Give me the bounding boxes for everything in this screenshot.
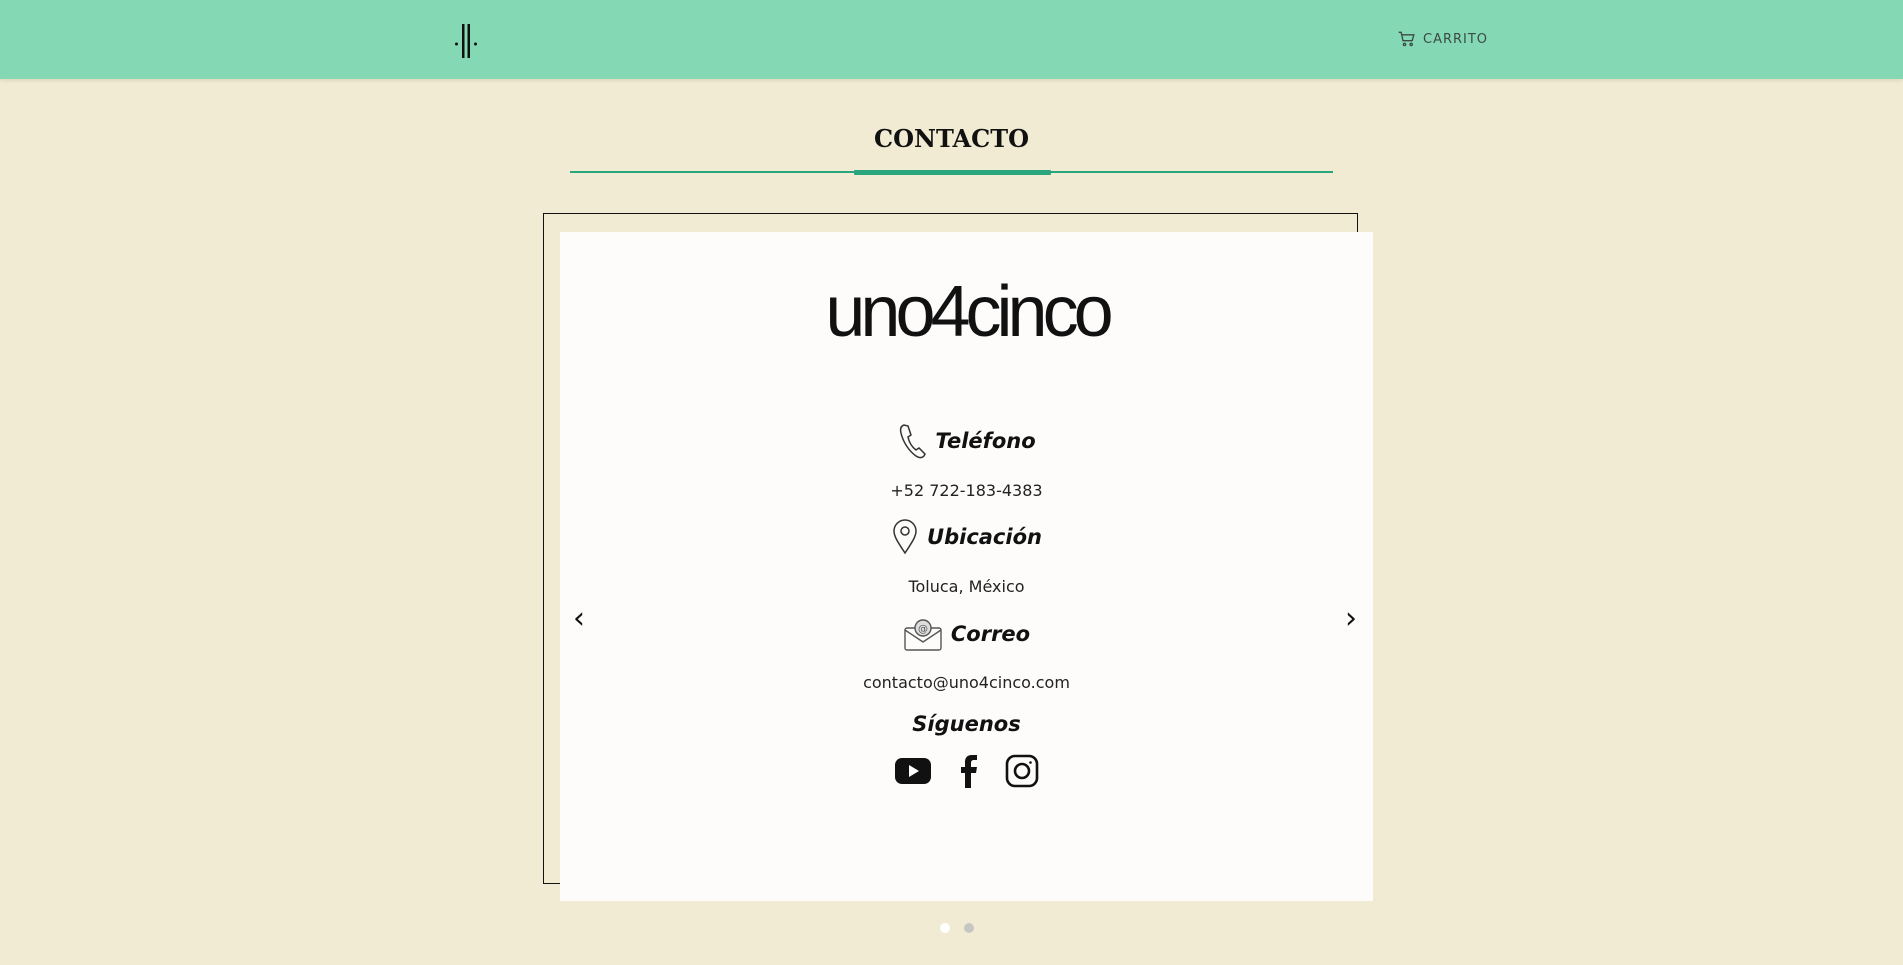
carousel-prev-button[interactable]: ‹ [573,604,585,634]
brand-logo: uno4cinco [560,254,1373,354]
location-heading: Ubicación [927,525,1042,549]
email-heading: Correo [950,622,1031,646]
social-links [560,754,1373,788]
location-pin-icon [893,519,917,555]
cart-link[interactable]: CARRITO [1397,28,1488,50]
svg-text:@: @ [918,624,928,635]
contact-card: uno4cinco Teléfono +52 722-183-4383 Ubic… [560,232,1373,901]
phone-heading: Teléfono [935,429,1036,453]
page-title: CONTACTO [874,124,1029,153]
carousel-indicators [940,923,974,933]
phone-heading-row: Teléfono [560,422,1373,460]
youtube-icon[interactable] [894,757,931,785]
cart-label: CARRITO [1423,31,1489,47]
brand-logo-icon[interactable] [454,22,478,60]
carousel-next-button[interactable]: › [1345,604,1357,634]
instagram-icon[interactable] [1005,754,1039,788]
top-navbar: CARRITO [0,0,1903,79]
shopping-cart-icon [1398,31,1415,47]
location-heading-row: Ubicación [560,519,1373,555]
envelope-icon: @ [904,619,942,651]
facebook-icon[interactable] [957,754,979,788]
phone-value[interactable]: +52 722-183-4383 [560,481,1373,500]
email-value[interactable]: contacto@uno4cinco.com [560,673,1373,692]
carousel-dot-2[interactable] [964,923,974,933]
email-heading-row: @ Correo [560,616,1373,652]
social-heading-row: Síguenos [560,712,1373,736]
carousel-dot-1[interactable] [940,923,950,933]
title-divider-accent [854,170,1051,175]
phone-icon [900,424,927,459]
social-heading: Síguenos [912,712,1021,736]
brand-logo-text: uno4cinco [825,272,1111,352]
location-value: Toluca, México [908,577,1025,596]
